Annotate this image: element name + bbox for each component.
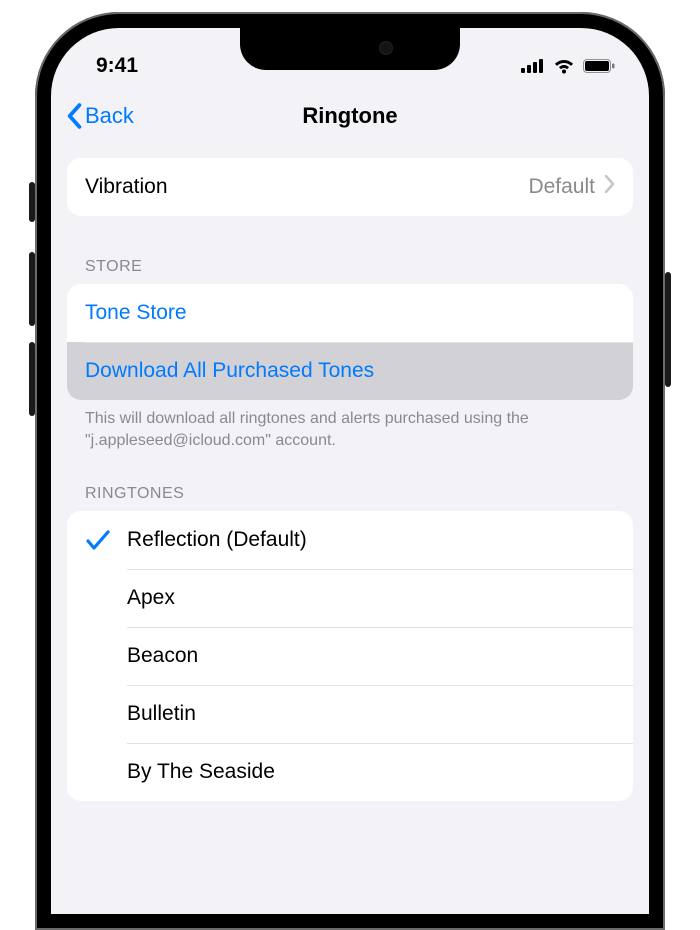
mute-switch: [29, 182, 35, 222]
vibration-row[interactable]: Vibration Default: [67, 158, 633, 216]
front-camera: [379, 41, 393, 55]
screen: 9:41: [51, 28, 649, 914]
content: Vibration Default STORE Tone Store Downl…: [51, 144, 649, 801]
back-label: Back: [85, 103, 134, 129]
ringtone-row[interactable]: Apex: [67, 569, 633, 627]
status-time: 9:41: [96, 54, 138, 78]
store-footer: This will download all ringtones and ale…: [67, 400, 633, 451]
nav-bar: Back Ringtone: [51, 88, 649, 144]
download-all-row[interactable]: Download All Purchased Tones: [67, 342, 633, 400]
chevron-right-icon: [605, 175, 615, 199]
tone-store-label: Tone Store: [85, 301, 187, 325]
page-title: Ringtone: [51, 103, 649, 129]
ringtone-label: By The Seaside: [127, 760, 615, 784]
volume-up-button: [29, 252, 35, 326]
back-button[interactable]: Back: [65, 103, 134, 129]
battery-icon: [583, 59, 615, 73]
vibration-group: Vibration Default: [67, 158, 633, 216]
store-header: STORE: [67, 258, 633, 284]
vibration-label: Vibration: [85, 175, 528, 199]
check-slot: [83, 529, 113, 551]
notch: [240, 28, 460, 70]
status-indicators: [521, 58, 615, 74]
store-group: Tone Store Download All Purchased Tones: [67, 284, 633, 400]
ringtone-row[interactable]: Reflection (Default): [67, 511, 633, 569]
cellular-icon: [521, 59, 545, 73]
check-icon: [86, 529, 110, 551]
ringtone-label: Apex: [127, 586, 615, 610]
ringtone-row[interactable]: Beacon: [67, 627, 633, 685]
ringtone-label: Reflection (Default): [127, 528, 615, 552]
ringtone-row[interactable]: Bulletin: [67, 685, 633, 743]
download-all-label: Download All Purchased Tones: [85, 359, 374, 383]
ringtone-label: Beacon: [127, 644, 615, 668]
chevron-left-icon: [65, 103, 83, 129]
ringtones-group: Reflection (Default) Apex Beacon Bulletin By…: [67, 511, 633, 801]
power-button: [665, 272, 671, 387]
device-frame: 9:41: [35, 12, 665, 930]
ringtone-label: Bulletin: [127, 702, 615, 726]
ringtones-header: RINGTONES: [67, 485, 633, 511]
wifi-icon: [553, 58, 575, 74]
tone-store-row[interactable]: Tone Store: [67, 284, 633, 342]
ringtone-row[interactable]: By The Seaside: [67, 743, 633, 801]
vibration-value: Default: [528, 175, 595, 199]
volume-down-button: [29, 342, 35, 416]
